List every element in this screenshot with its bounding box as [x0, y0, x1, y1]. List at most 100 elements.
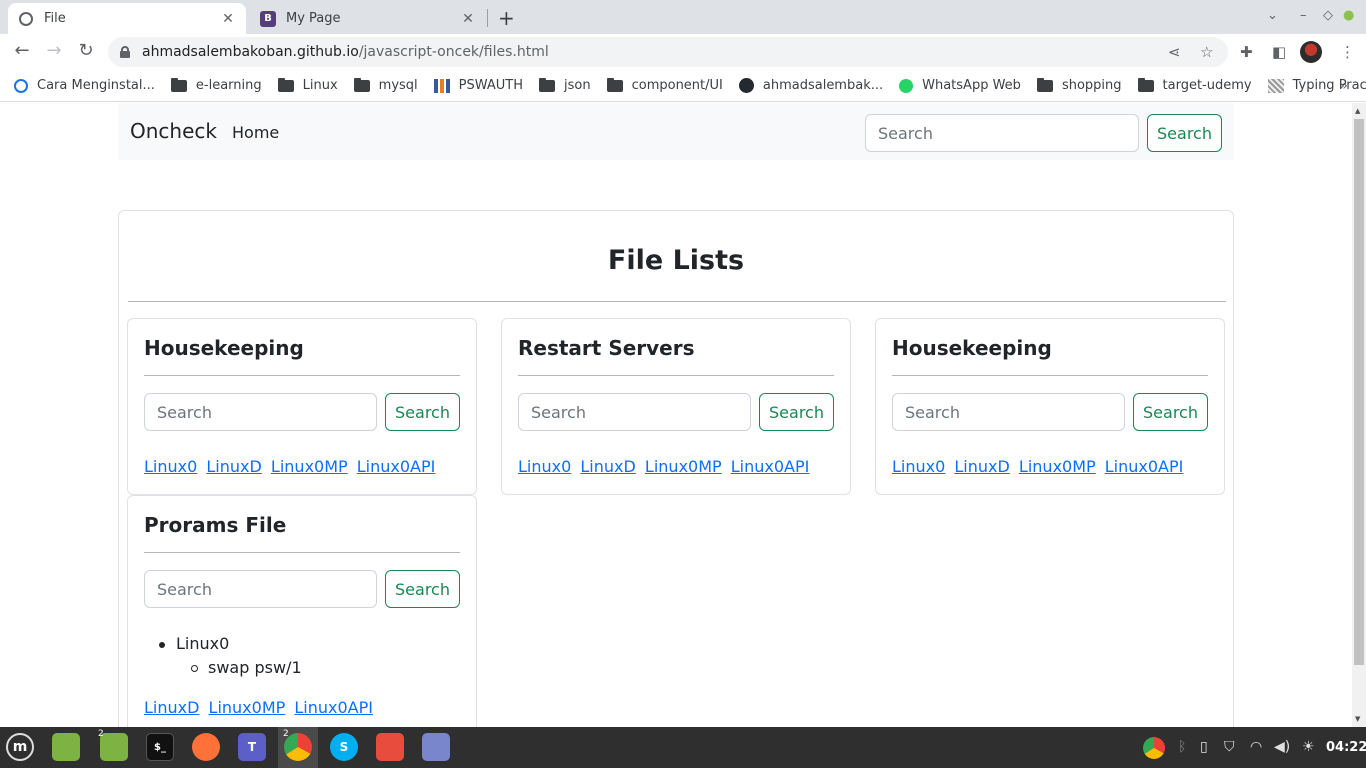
- divider: [892, 375, 1208, 376]
- skype-icon[interactable]: S: [330, 733, 358, 761]
- link-linux0[interactable]: Linux0: [518, 457, 571, 476]
- teams-icon[interactable]: T: [238, 733, 266, 761]
- close-window-icon[interactable]: ●: [1343, 8, 1354, 23]
- scroll-up-icon[interactable]: ▲: [1355, 107, 1360, 115]
- link-linux0mp[interactable]: Linux0MP: [271, 457, 348, 476]
- link-linux0api[interactable]: Linux0API: [731, 457, 810, 476]
- screenshot-icon[interactable]: [376, 733, 404, 761]
- search-input[interactable]: Search: [892, 393, 1125, 431]
- bookmark-folder[interactable]: target-udemy: [1137, 77, 1252, 93]
- search-button[interactable]: Search: [759, 393, 834, 431]
- bookmark-item[interactable]: Cara Menginstal...: [14, 78, 155, 93]
- search-input[interactable]: Search: [518, 393, 751, 431]
- card-housekeeping: Housekeeping Search Search Linux0 LinuxD…: [875, 318, 1225, 495]
- search-button[interactable]: Search: [1133, 393, 1208, 431]
- terminal-icon[interactable]: $_: [146, 733, 174, 761]
- bookmark-folder[interactable]: json: [539, 77, 591, 93]
- card-housekeeping: Housekeeping Search Search Linux0 LinuxD…: [127, 318, 477, 495]
- bookmark-folder[interactable]: component/UI: [606, 77, 723, 93]
- bookmark-folder[interactable]: shopping: [1036, 77, 1122, 93]
- volume-icon[interactable]: ◀): [1274, 739, 1290, 755]
- minimize-icon[interactable]: –: [1300, 8, 1307, 23]
- navbar-search-input[interactable]: Search: [865, 114, 1139, 152]
- link-linux0mp[interactable]: Linux0MP: [209, 698, 286, 717]
- link-linuxd[interactable]: LinuxD: [144, 698, 199, 717]
- link-linuxd[interactable]: LinuxD: [580, 457, 635, 476]
- page-scrollbar[interactable]: ▲ ▼: [1352, 103, 1366, 727]
- divider: [128, 301, 1226, 302]
- address-bar[interactable]: ahmadsalembakoban.github.io/javascript-o…: [108, 37, 1228, 67]
- bookmark-folder[interactable]: mysql: [353, 77, 418, 93]
- search-button[interactable]: Search: [385, 570, 460, 608]
- bluetooth-icon[interactable]: ᛒ: [1178, 739, 1186, 755]
- text-editor-icon[interactable]: [422, 733, 450, 761]
- tab-search-icon[interactable]: ⌄: [1267, 8, 1278, 23]
- bookmark-item[interactable]: Typing Practice: [1267, 78, 1366, 93]
- avatar[interactable]: [1300, 41, 1322, 63]
- navbar-brand[interactable]: Oncheck: [130, 119, 217, 143]
- link-list: Linux0 LinuxD Linux0MP Linux0API: [518, 457, 813, 476]
- back-icon[interactable]: ←: [10, 40, 34, 61]
- wifi-icon[interactable]: ◠: [1250, 739, 1262, 755]
- files-icon[interactable]: [52, 733, 80, 761]
- window-count-badge: 2: [98, 729, 104, 739]
- bookmark-label: target-udemy: [1162, 78, 1252, 93]
- extensions-icon[interactable]: ✚: [1240, 43, 1253, 61]
- link-linuxd[interactable]: LinuxD: [954, 457, 1009, 476]
- site-navbar: Oncheck Home Search Search: [118, 103, 1234, 160]
- forward-icon[interactable]: →: [42, 40, 66, 61]
- brightness-icon[interactable]: ☀: [1302, 739, 1315, 755]
- new-tab-icon[interactable]: +: [498, 6, 515, 30]
- tab-separator: [487, 9, 488, 27]
- menu-kebab-icon[interactable]: ⋮: [1340, 43, 1355, 61]
- restore-icon[interactable]: ◇: [1323, 8, 1333, 23]
- window-count-badge: 2: [283, 729, 289, 739]
- link-linux0[interactable]: Linux0: [144, 457, 197, 476]
- shield-icon[interactable]: ⛉: [1224, 739, 1235, 755]
- menu-icon[interactable]: m: [6, 733, 34, 761]
- bootstrap-icon: B: [260, 10, 276, 27]
- bookmark-folder[interactable]: Linux: [277, 77, 338, 93]
- side-panel-icon[interactable]: ◧: [1272, 43, 1286, 61]
- card-title: Housekeeping: [892, 336, 1052, 360]
- file-lists-container: File Lists Housekeeping Search Search Li…: [118, 210, 1234, 727]
- scrollbar-thumb[interactable]: [1354, 119, 1364, 665]
- tab-file[interactable]: File ✕: [8, 3, 246, 34]
- browser-toolbar: ← → ↻ ahmadsalembakoban.github.io/javasc…: [0, 34, 1366, 70]
- chrome-tray-icon[interactable]: [1143, 737, 1165, 759]
- bookmark-folder[interactable]: e-learning: [170, 77, 262, 93]
- nav-link-home[interactable]: Home: [232, 123, 279, 142]
- search-input[interactable]: Search: [144, 393, 377, 431]
- firefox-icon[interactable]: [192, 733, 220, 761]
- link-linux0api[interactable]: Linux0API: [357, 457, 436, 476]
- clipboard-icon[interactable]: ▯: [1200, 739, 1208, 755]
- files-icon[interactable]: [100, 733, 128, 761]
- tab-strip: File ✕ B My Page ✕ + ⌄ – ◇ ●: [0, 0, 1366, 34]
- link-linux0mp[interactable]: Linux0MP: [645, 457, 722, 476]
- link-linux0api[interactable]: Linux0API: [1105, 457, 1184, 476]
- search-button[interactable]: Search: [385, 393, 460, 431]
- tab-my-page[interactable]: B My Page ✕: [250, 3, 486, 34]
- card-programs-file: Prorams File Search Search Linux0 swap p…: [127, 495, 477, 727]
- navbar-search-button[interactable]: Search: [1147, 114, 1222, 152]
- url-host: ahmadsalembakoban.github.io: [142, 44, 359, 60]
- search-input[interactable]: Search: [144, 570, 377, 608]
- bookmark-item[interactable]: PSWAUTH: [433, 78, 523, 93]
- link-linux0mp[interactable]: Linux0MP: [1019, 457, 1096, 476]
- bookmark-label: json: [564, 78, 591, 93]
- bookmark-star-icon[interactable]: ☆: [1200, 43, 1213, 61]
- link-linux0api[interactable]: Linux0API: [294, 698, 373, 717]
- link-linuxd[interactable]: LinuxD: [206, 457, 261, 476]
- bookmark-label: Linux: [302, 78, 338, 93]
- reload-icon[interactable]: ↻: [74, 40, 98, 61]
- more-bookmarks-icon[interactable]: »: [1339, 78, 1348, 94]
- link-linux0[interactable]: Linux0: [892, 457, 945, 476]
- bookmark-item[interactable]: WhatsApp Web: [899, 78, 1021, 93]
- bookmark-item[interactable]: ahmadsalembak...: [738, 78, 883, 93]
- close-tab-icon[interactable]: ✕: [220, 11, 236, 27]
- site-icon: [433, 78, 450, 93]
- share-icon[interactable]: ⋖: [1168, 43, 1181, 61]
- close-tab-icon[interactable]: ✕: [460, 11, 476, 27]
- scroll-down-icon[interactable]: ▼: [1355, 715, 1360, 723]
- site-icon: [14, 78, 28, 93]
